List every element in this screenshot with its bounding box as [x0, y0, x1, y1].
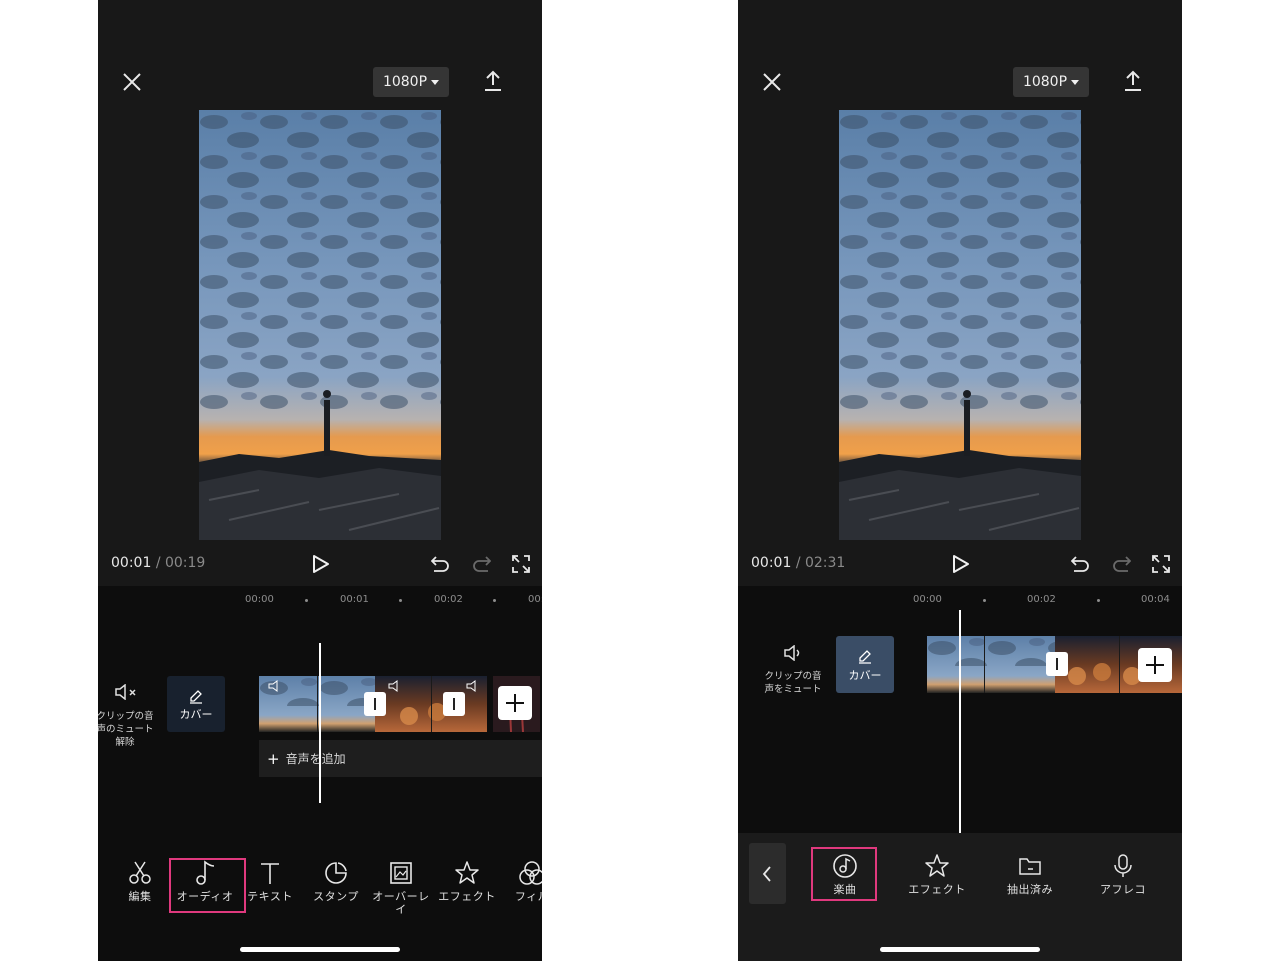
chevron-down-icon	[431, 79, 440, 85]
chevron-down-icon	[1071, 79, 1080, 85]
home-indicator	[880, 947, 1040, 952]
resolution-label: 1080P	[1022, 74, 1068, 90]
time-separator: /	[155, 555, 161, 571]
tool-effect[interactable]: エフェクト	[905, 853, 969, 896]
current-time: 00:01	[111, 555, 152, 571]
redo-icon[interactable]	[1111, 555, 1131, 573]
tool-label: 抽出済み	[1007, 883, 1053, 896]
home-indicator	[240, 947, 400, 952]
highlight-audio	[169, 858, 246, 913]
tool-label: 編集	[128, 890, 152, 903]
plus-icon: +	[267, 749, 280, 768]
ruler-dot	[399, 599, 402, 602]
transition-button[interactable]	[443, 692, 465, 716]
tool-voiceover[interactable]: アフレコ	[1091, 853, 1155, 896]
fullscreen-icon[interactable]	[511, 554, 531, 574]
pencil-icon	[859, 650, 871, 664]
tool-label: スタンプ	[313, 890, 359, 903]
sticker-icon	[325, 862, 347, 884]
resolution-button[interactable]: 1080P	[1013, 67, 1089, 97]
phone-screen-right: 1080P 00:01 / 02:31 00:00 00:02 00:04 クリ…	[738, 0, 1182, 961]
tool-edit[interactable]: 編集	[108, 860, 172, 903]
add-clip-button[interactable]	[498, 686, 532, 720]
tool-label: エフェクト	[438, 890, 496, 903]
ruler-tick: 00:0	[528, 594, 542, 605]
ruler-tick: 00:04	[1141, 594, 1170, 605]
chevron-left-icon	[762, 866, 771, 882]
folder-icon	[1019, 858, 1041, 875]
tool-effect[interactable]: エフェクト	[435, 860, 499, 903]
ruler-tick: 00:02	[434, 594, 463, 605]
add-clip-button[interactable]	[1138, 648, 1172, 682]
fullscreen-icon[interactable]	[1151, 554, 1171, 574]
resolution-label: 1080P	[382, 74, 428, 90]
playhead[interactable]	[319, 643, 321, 803]
tool-text[interactable]: テキスト	[238, 860, 302, 903]
transition-button[interactable]	[1046, 652, 1068, 676]
mute-label: クリップの音 声をミュート	[764, 671, 822, 695]
undo-icon[interactable]	[1071, 555, 1091, 573]
time-separator: /	[795, 555, 801, 571]
tool-label: エフェクト	[908, 883, 966, 896]
tool-label: アフレコ	[1100, 883, 1146, 896]
cover-label: カバー	[179, 708, 213, 721]
back-button[interactable]	[749, 843, 786, 904]
current-time: 00:01	[751, 555, 792, 571]
cover-label: カバー	[848, 669, 882, 682]
speaker-muted-icon	[115, 684, 136, 700]
tool-label: オーバーレ イ	[372, 890, 430, 916]
total-duration: 02:31	[804, 555, 846, 571]
phone-screen-left: 1080P 00:01 / 00:19 00:00 00:01 00:02 00…	[98, 0, 542, 961]
ruler-dot	[1097, 599, 1100, 602]
overlay-icon	[390, 862, 412, 884]
tool-overlay[interactable]: オーバーレ イ	[369, 860, 433, 916]
close-icon[interactable]	[762, 72, 782, 92]
cover-button[interactable]: カバー	[836, 636, 894, 693]
transition-button[interactable]	[364, 692, 386, 716]
ruler-tick: 00:02	[1027, 594, 1056, 605]
ruler-dot	[493, 599, 496, 602]
video-preview	[839, 110, 1081, 540]
ruler-tick: 00:01	[340, 594, 369, 605]
highlight-music	[811, 847, 877, 901]
ruler-tick: 00:00	[913, 594, 942, 605]
scissors-icon	[129, 861, 151, 884]
total-duration: 00:19	[164, 555, 206, 571]
add-audio-button[interactable]: + 音声を追加	[259, 740, 542, 777]
export-icon[interactable]	[1124, 70, 1142, 92]
playhead[interactable]	[959, 610, 961, 833]
filter-icon	[519, 861, 542, 885]
pencil-icon	[190, 690, 202, 704]
tool-extracted[interactable]: 抽出済み	[998, 853, 1062, 896]
effect-star-icon	[455, 861, 479, 884]
playback-time: 00:01 / 00:19	[111, 555, 205, 571]
cover-button[interactable]: カバー	[167, 676, 225, 732]
tool-label: テキスト	[247, 890, 293, 903]
ruler-dot	[983, 599, 986, 602]
ruler-dot	[305, 599, 308, 602]
resolution-button[interactable]: 1080P	[373, 67, 449, 97]
playback-time: 00:01 / 02:31	[751, 555, 845, 571]
ruler-tick: 00:00	[245, 594, 274, 605]
effect-star-icon	[925, 854, 949, 877]
tool-label: フィル	[514, 890, 542, 903]
tool-sticker[interactable]: スタンプ	[304, 860, 368, 903]
tool-filter[interactable]: フィル	[500, 860, 542, 903]
play-icon[interactable]	[952, 554, 970, 574]
redo-icon[interactable]	[471, 555, 491, 573]
microphone-icon	[1114, 854, 1132, 877]
speaker-icon	[784, 645, 800, 661]
undo-icon[interactable]	[431, 555, 451, 573]
close-icon[interactable]	[122, 72, 142, 92]
video-preview	[199, 110, 441, 540]
export-icon[interactable]	[484, 70, 502, 92]
text-icon	[261, 863, 279, 884]
add-audio-label: 音声を追加	[285, 752, 346, 766]
mute-label: クリップの音 声のミュート 解除	[98, 711, 154, 748]
play-icon[interactable]	[312, 554, 330, 574]
